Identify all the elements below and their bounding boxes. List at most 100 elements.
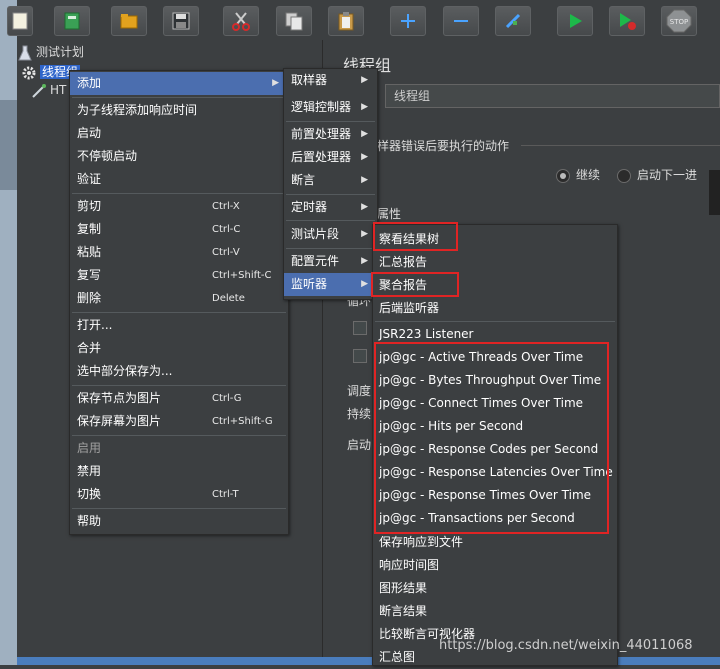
stop-button[interactable]: STOP [661, 6, 697, 36]
menu-item-toggle[interactable]: 切换 Ctrl-T [70, 483, 286, 506]
menu-item-shortcut: Delete [212, 293, 245, 304]
save-icon [172, 12, 190, 30]
menu-item-config-element[interactable]: 配置元件 ▶ [284, 250, 375, 273]
annotation-box [373, 222, 458, 251]
menu-item-save-node-image[interactable]: 保存节点为图片 Ctrl-G [70, 387, 286, 410]
menu-item-shortcut: Ctrl+Shift-C [212, 270, 272, 281]
start-button[interactable] [557, 6, 593, 36]
radio-next-loop[interactable]: 启动下一进 [617, 166, 697, 183]
menu-item-save-responses[interactable]: 保存响应到文件 [373, 531, 615, 554]
tree-node-http[interactable]: HT [31, 81, 66, 99]
radio-continue[interactable]: 继续 [556, 166, 600, 183]
menu-item-label: 保存响应到文件 [379, 535, 464, 549]
menu-item-duplicate[interactable]: 复写 Ctrl+Shift-C [70, 264, 286, 287]
start-icon [566, 12, 584, 30]
menu-item-label: 取样器 [291, 73, 328, 87]
checkbox[interactable] [353, 321, 367, 335]
menu-item-paste[interactable]: 粘贴 Ctrl-V [70, 241, 286, 264]
annotation-box [371, 272, 459, 297]
submenu-arrow-icon: ▶ [361, 75, 368, 85]
menu-item-save-selection-as[interactable]: 选中部分保存为... [70, 360, 286, 383]
open-button[interactable] [111, 6, 147, 36]
menu-item-shortcut: Ctrl-C [212, 224, 241, 235]
submenu-arrow-icon: ▶ [361, 256, 368, 266]
menu-item-assertion-results[interactable]: 断言结果 [373, 600, 615, 623]
menu-item-label: 汇总报告 [379, 255, 428, 269]
menu-item-pre-processors[interactable]: 前置处理器 ▶ [284, 123, 375, 146]
menu-item-shortcut: Ctrl-T [212, 489, 239, 500]
menu-item-add[interactable]: 添加 ▶ [70, 72, 286, 95]
menu-separator [72, 385, 286, 386]
scheduler-label: 调度 [347, 384, 372, 398]
submenu-arrow-icon: ▶ [361, 175, 368, 185]
tree-node-label: HT [50, 83, 67, 97]
menu-separator [72, 435, 286, 436]
submenu-arrow-icon: ▶ [361, 279, 368, 289]
toolbar: STOP [7, 0, 720, 41]
menu-item-test-fragment[interactable]: 测试片段 ▶ [284, 223, 375, 246]
menu-item-listener[interactable]: 监听器 ▶ [284, 273, 375, 296]
menu-item-label: 断言 [291, 173, 316, 187]
menu-item-save-screen-image[interactable]: 保存屏幕为图片 Ctrl+Shift-G [70, 410, 286, 433]
expand-all-button[interactable] [390, 6, 426, 36]
paste-button[interactable] [328, 6, 364, 36]
menu-item-label: 切换 [77, 487, 102, 501]
start-no-pause-button[interactable] [609, 6, 645, 36]
menu-item-validate[interactable]: 验证 [70, 168, 286, 191]
menu-item-disable[interactable]: 禁用 [70, 460, 286, 483]
cut-button[interactable] [223, 6, 259, 36]
menu-item-help[interactable]: 帮助 [70, 510, 286, 533]
menu-item-assertions[interactable]: 断言 ▶ [284, 169, 375, 192]
new-button[interactable] [7, 6, 33, 36]
menu-item-copy[interactable]: 复制 Ctrl-C [70, 218, 286, 241]
menu-item-label: 验证 [77, 172, 102, 186]
menu-item-backend-listener[interactable]: 后端监听器 [373, 297, 615, 320]
startup-delay-label: 启动 [347, 438, 372, 452]
expand-icon [399, 12, 417, 30]
menu-item-label: 选中部分保存为... [77, 364, 173, 378]
copy-icon [284, 11, 304, 31]
collapse-all-button[interactable] [443, 6, 479, 36]
tree-node-test-plan[interactable]: 测试计划 [17, 43, 84, 61]
copy-button[interactable] [276, 6, 312, 36]
collapse-icon [452, 12, 470, 30]
menu-item-delete[interactable]: 删除 Delete [70, 287, 286, 310]
menu-item-timer[interactable]: 定时器 ▶ [284, 196, 375, 219]
menu-item-response-time-graph[interactable]: 响应时间图 [373, 554, 615, 577]
submenu-arrow-icon: ▶ [361, 152, 368, 162]
menu-item-enable: 启用 [70, 437, 286, 460]
menu-item-label: 测试片段 [291, 227, 340, 241]
name-field[interactable]: 线程组 [385, 84, 720, 108]
menu-item-summary-report[interactable]: 汇总报告 [373, 251, 615, 274]
menu-item-label: 前置处理器 [291, 127, 352, 141]
menu-item-merge[interactable]: 合并 [70, 337, 286, 360]
menu-item-logic-controller[interactable]: 逻辑控制器 ▶ [284, 96, 375, 119]
annotation-box [374, 342, 609, 534]
menu-item-label: 复写 [77, 268, 102, 282]
menu-item-shortcut: Ctrl-X [212, 201, 240, 212]
menu-item-start-no-pause[interactable]: 不停顿启动 [70, 145, 286, 168]
save-button[interactable] [163, 6, 199, 36]
menu-separator [72, 97, 286, 98]
menu-item-cut[interactable]: 剪切 Ctrl-X [70, 195, 286, 218]
cut-icon [231, 11, 251, 31]
menu-item-graph-results[interactable]: 图形结果 [373, 577, 615, 600]
menu-separator [72, 312, 286, 313]
menu-item-sampler[interactable]: 取样器 ▶ [284, 69, 375, 92]
checkbox[interactable] [353, 349, 367, 363]
start-no-pause-icon [617, 11, 637, 31]
menu-item-add-think-times[interactable]: 为子线程添加响应时间 [70, 99, 286, 122]
add-submenu: 取样器 ▶ 逻辑控制器 ▶ 前置处理器 ▶ 后置处理器 ▶ 断言 ▶ 定时器 ▶ 测试片段 ▶… [283, 68, 378, 300]
toggle-button[interactable] [495, 6, 531, 36]
templates-button[interactable] [54, 6, 90, 36]
menu-item-start[interactable]: 启动 [70, 122, 286, 145]
menu-item-label: 配置元件 [291, 254, 340, 268]
menu-item-post-processors[interactable]: 后置处理器 ▶ [284, 146, 375, 169]
menu-item-label: 保存节点为图片 [77, 391, 162, 405]
submenu-arrow-icon: ▶ [361, 129, 368, 139]
submenu-arrow-icon: ▶ [361, 229, 368, 239]
menu-item-label: 剪切 [77, 199, 102, 213]
open-icon [119, 12, 139, 30]
menu-item-open[interactable]: 打开... [70, 314, 286, 337]
menu-item-label: 打开... [77, 318, 113, 332]
